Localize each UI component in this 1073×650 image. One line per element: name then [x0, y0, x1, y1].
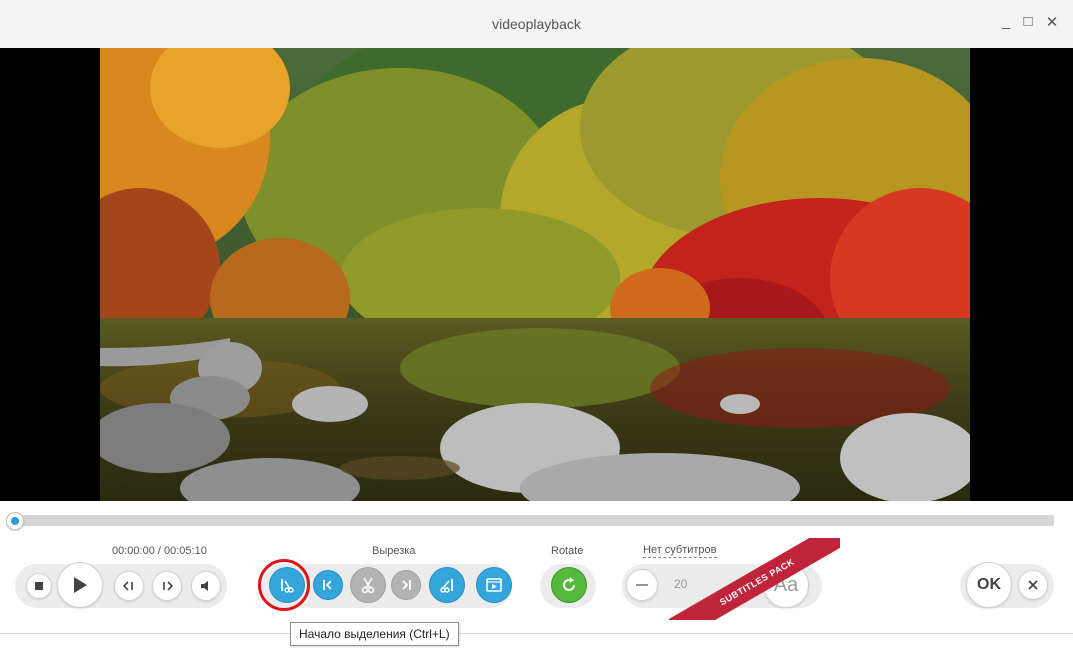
rotate-icon: [563, 577, 575, 591]
subtitle-size-value: 20: [674, 577, 688, 591]
selection-start-button[interactable]: [269, 567, 305, 603]
selection-end-icon: [440, 579, 453, 593]
play-icon: [74, 577, 87, 593]
film-preview-icon: [486, 578, 502, 592]
video-frame: [100, 48, 970, 501]
rotate-button[interactable]: [551, 567, 587, 603]
selection-start-icon: [281, 579, 294, 593]
minus-icon: [636, 584, 648, 586]
maximize-button[interactable]: □: [1019, 13, 1037, 30]
close-icon: [1028, 580, 1038, 590]
close-window-button[interactable]: ✕: [1043, 13, 1061, 31]
bottom-divider: [0, 633, 1073, 634]
rotate-section-label: Rotate: [551, 545, 584, 557]
decrease-subtitle-size-button[interactable]: [626, 569, 658, 601]
next-frame-icon: [163, 581, 174, 591]
title-bar: videoplayback _ □ ✕: [0, 0, 1073, 48]
next-frame-button[interactable]: [152, 571, 182, 601]
cut-button[interactable]: [350, 567, 386, 603]
jump-to-start-icon: [323, 580, 332, 590]
ok-button[interactable]: OK: [966, 562, 1012, 608]
play-button[interactable]: [57, 562, 103, 608]
prev-frame-icon: [122, 581, 133, 591]
jump-to-start-button[interactable]: [313, 570, 343, 600]
minimize-button[interactable]: _: [997, 13, 1015, 30]
video-viewport[interactable]: [0, 48, 1073, 501]
cut-section-label: Вырезка: [372, 545, 416, 557]
jump-to-end-button[interactable]: [391, 570, 421, 600]
scissors-icon: [361, 577, 375, 594]
cancel-button[interactable]: [1018, 570, 1048, 600]
stop-button[interactable]: [26, 573, 52, 599]
seek-bar[interactable]: [12, 515, 1054, 526]
window-title: videoplayback: [492, 16, 581, 32]
video-frame-image: [100, 48, 970, 501]
time-display: 00:00:00 / 00:05:10: [112, 545, 207, 557]
subtitle-font-label: Aa: [773, 573, 799, 596]
seek-handle[interactable]: [6, 512, 24, 530]
ok-button-label: OK: [977, 576, 1001, 593]
stop-icon: [35, 582, 43, 590]
preview-button[interactable]: [476, 567, 512, 603]
tooltip: Начало выделения (Ctrl+L): [290, 622, 459, 646]
selection-end-button[interactable]: [429, 567, 465, 603]
jump-to-end-icon: [402, 580, 411, 590]
speaker-icon: [201, 581, 208, 591]
subtitle-font-button[interactable]: Aa: [763, 562, 809, 608]
subtitles-dropdown[interactable]: Нет субтитров: [643, 544, 717, 558]
prev-frame-button[interactable]: [114, 571, 144, 601]
volume-button[interactable]: [191, 571, 221, 601]
